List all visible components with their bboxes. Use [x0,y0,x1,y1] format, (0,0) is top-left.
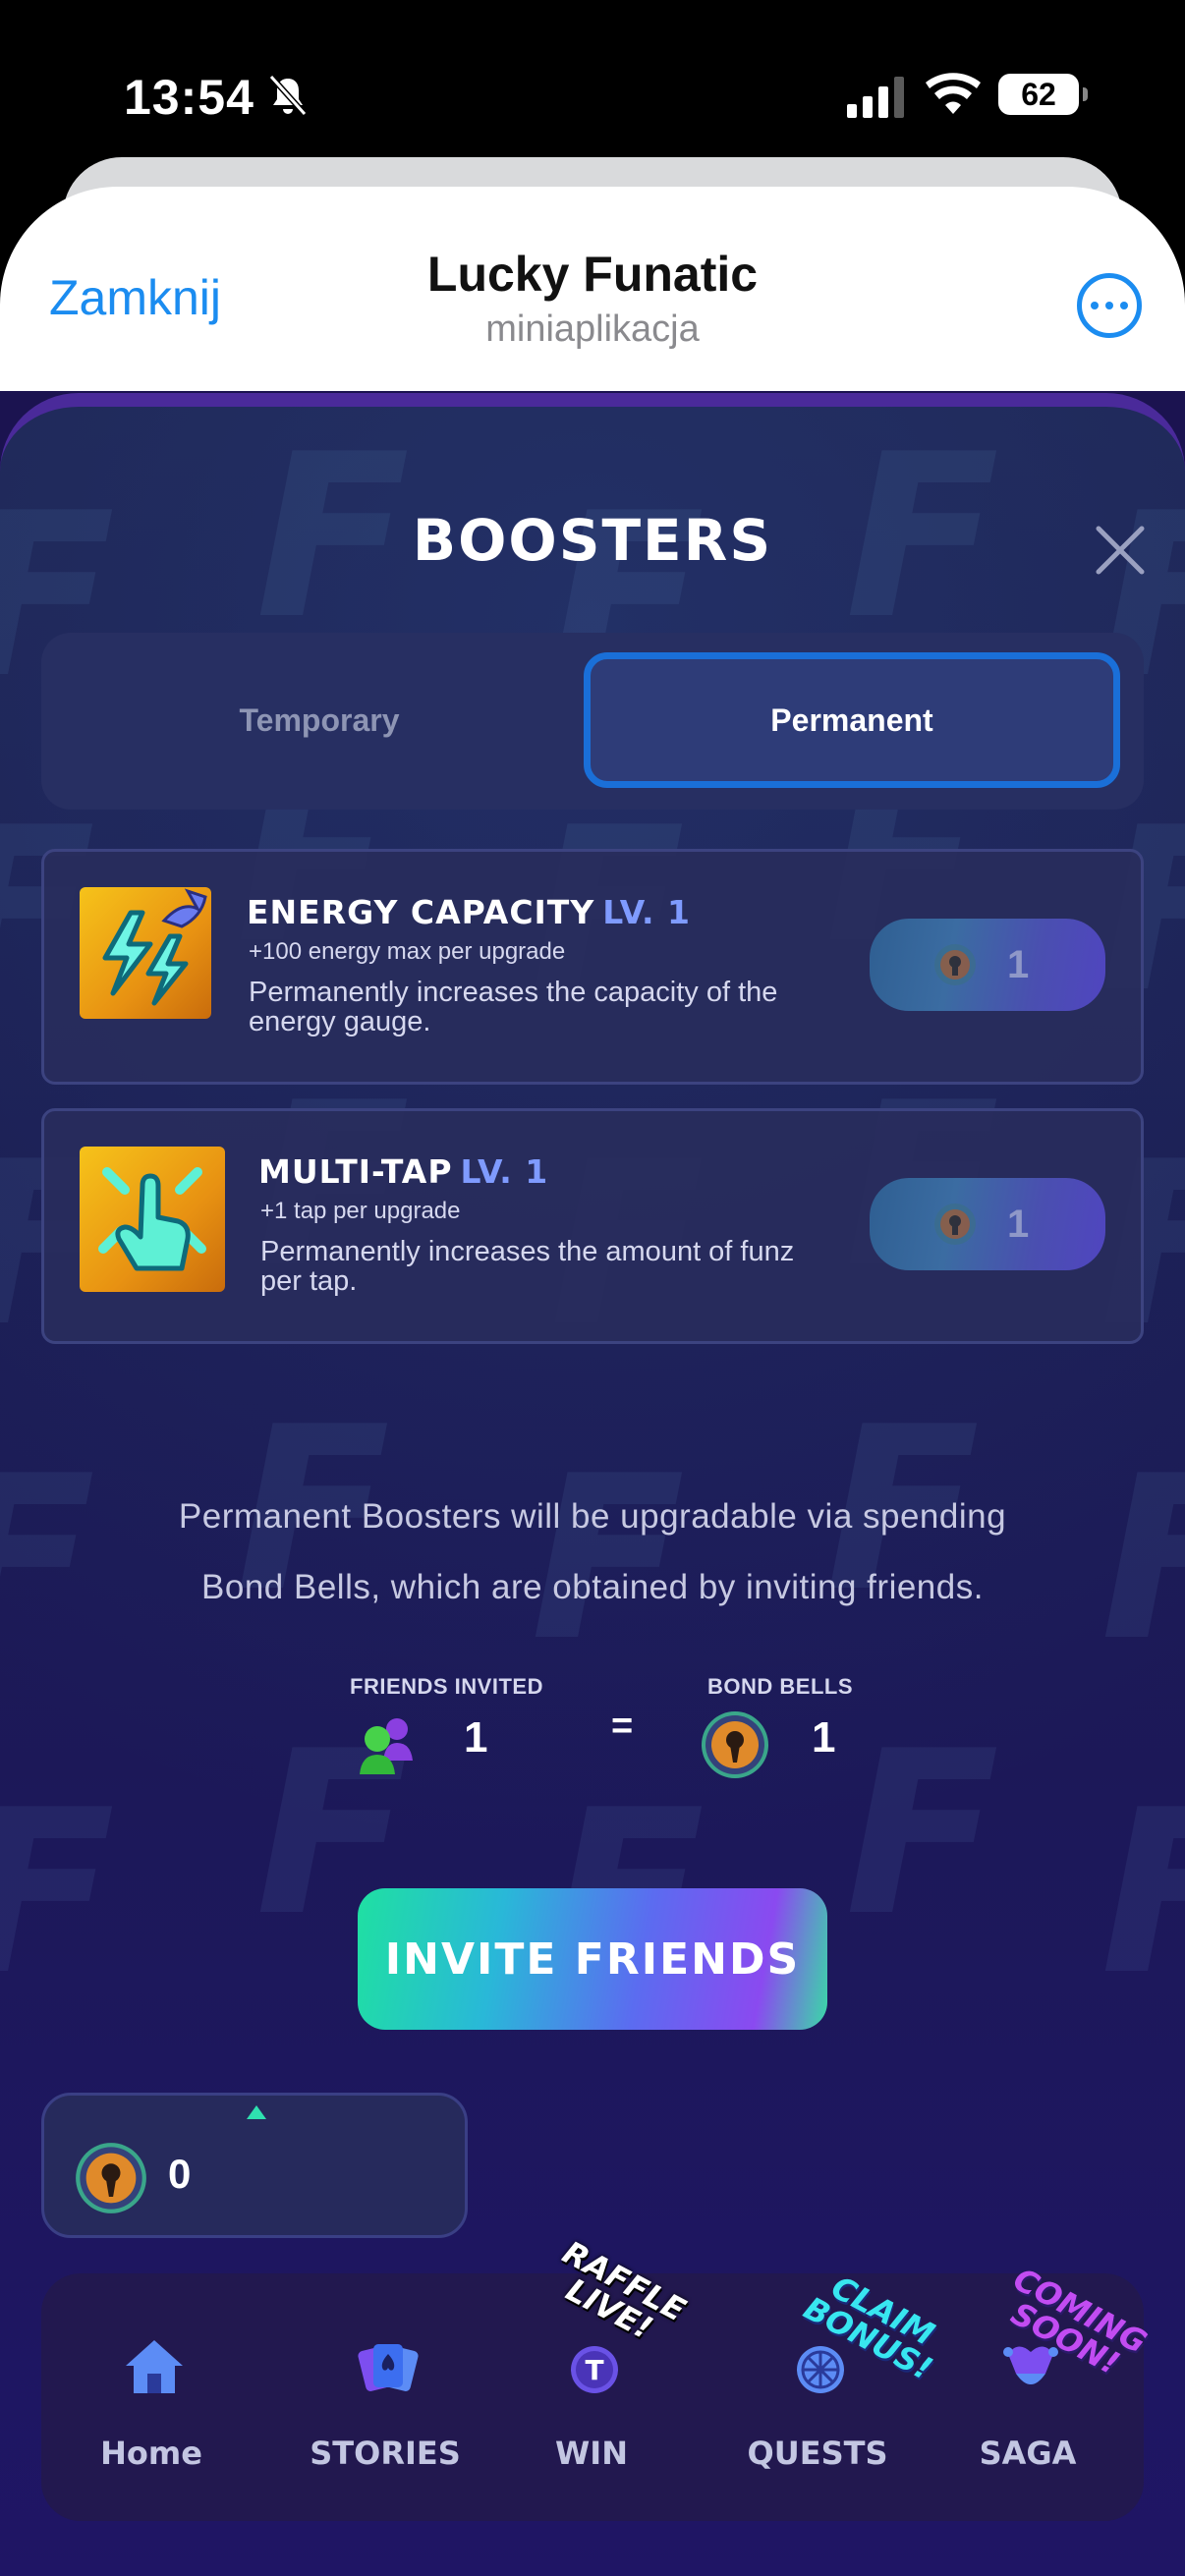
upgrade-button[interactable]: 1 [870,919,1105,1011]
bond-bell-icon [76,2143,146,2213]
boosters-sheet: FFFFF FFFFF FFFFF FFFFF FFFFF BOOSTERS T… [0,393,1185,2576]
booster-subtitle: +1 tap per upgrade [260,1198,461,1224]
nav-label: WIN [555,2435,628,2472]
wallet-value: 0 [168,2151,192,2197]
status-bar: 13:54 62 [0,0,1185,167]
booster-subtitle: +100 energy max per upgrade [249,938,566,965]
status-time: 13:54 [124,70,254,125]
wallet-balance[interactable]: 0 [41,2093,468,2238]
booster-multi-tap: MULTI-TAP LV. 1 +1 tap per upgrade Perman… [41,1108,1144,1344]
upgrade-button[interactable]: 1 [870,1178,1105,1270]
game-area: FFFFF FFFFF FFFFF FFFFF FFFFF BOOSTERS T… [0,391,1185,2576]
booster-description: Permanently increases the capacity of th… [249,977,778,1037]
close-icon[interactable] [1093,523,1148,578]
nav-label: SAGA [979,2435,1077,2472]
booster-energy-capacity: ENERGY CAPACITY LV. 1 +100 energy max per… [41,849,1144,1085]
wifi-icon [926,73,981,114]
sheet-title: BOOSTERS [412,507,773,574]
home-icon [126,2340,183,2393]
invite-friends-button[interactable]: INVITE FRIENDS [358,1888,827,2030]
app-title: Lucky Funatic [426,247,759,302]
friends-icon [360,1718,413,1774]
battery-icon: 62 [998,74,1088,115]
ellipsis-circle-icon[interactable] [1077,273,1142,338]
booster-level: LV. 1 [460,1152,549,1191]
friends-invited-label: FRIENDS INVITED [350,1674,543,1699]
tab-temporary[interactable]: Temporary [51,652,588,788]
tab-permanent[interactable]: Permanent [584,652,1120,788]
svg-text:T: T [585,2354,603,2386]
nav-label: STORIES [310,2435,461,2472]
bond-bells-label: BOND BELLS [707,1674,853,1699]
lightning-bolt-icon [80,887,211,1019]
upgrade-cost: 1 [1007,1202,1030,1246]
booster-tabs: Temporary Permanent [41,633,1144,810]
booster-name: ENERGY CAPACITY LV. 1 [247,893,691,931]
equals-sign: = [611,1706,634,1747]
info-text-line1: Permanent Boosters will be upgradable vi… [178,1497,1007,1536]
bond-bell-icon [702,1711,768,1778]
nav-label: Home [100,2435,202,2472]
caret-up-icon [247,2105,266,2119]
friends-invited-value: 1 [464,1713,488,1762]
bond-bell-icon [934,944,976,985]
nav-home[interactable]: Home [53,2273,250,2521]
tap-hand-icon [80,1147,225,1292]
bell-slash-icon [268,74,308,117]
info-text-line2: Bond Bells, which are obtained by inviti… [201,1568,984,1606]
cellular-signal-icon [847,77,904,118]
nav-label: QUESTS [747,2435,888,2472]
cards-icon [358,2344,419,2391]
bond-bells-value: 1 [812,1713,836,1762]
app-subtitle: miniaplikacja [485,308,700,350]
token-icon: T [571,2346,618,2393]
booster-name: MULTI-TAP LV. 1 [258,1152,549,1191]
bond-bell-icon [934,1204,976,1245]
booster-level: LV. 1 [602,893,691,931]
upgrade-cost: 1 [1007,942,1030,986]
booster-description: Permanently increases the amount of funz… [260,1236,795,1297]
nav-stories[interactable]: STORIES [287,2273,483,2521]
